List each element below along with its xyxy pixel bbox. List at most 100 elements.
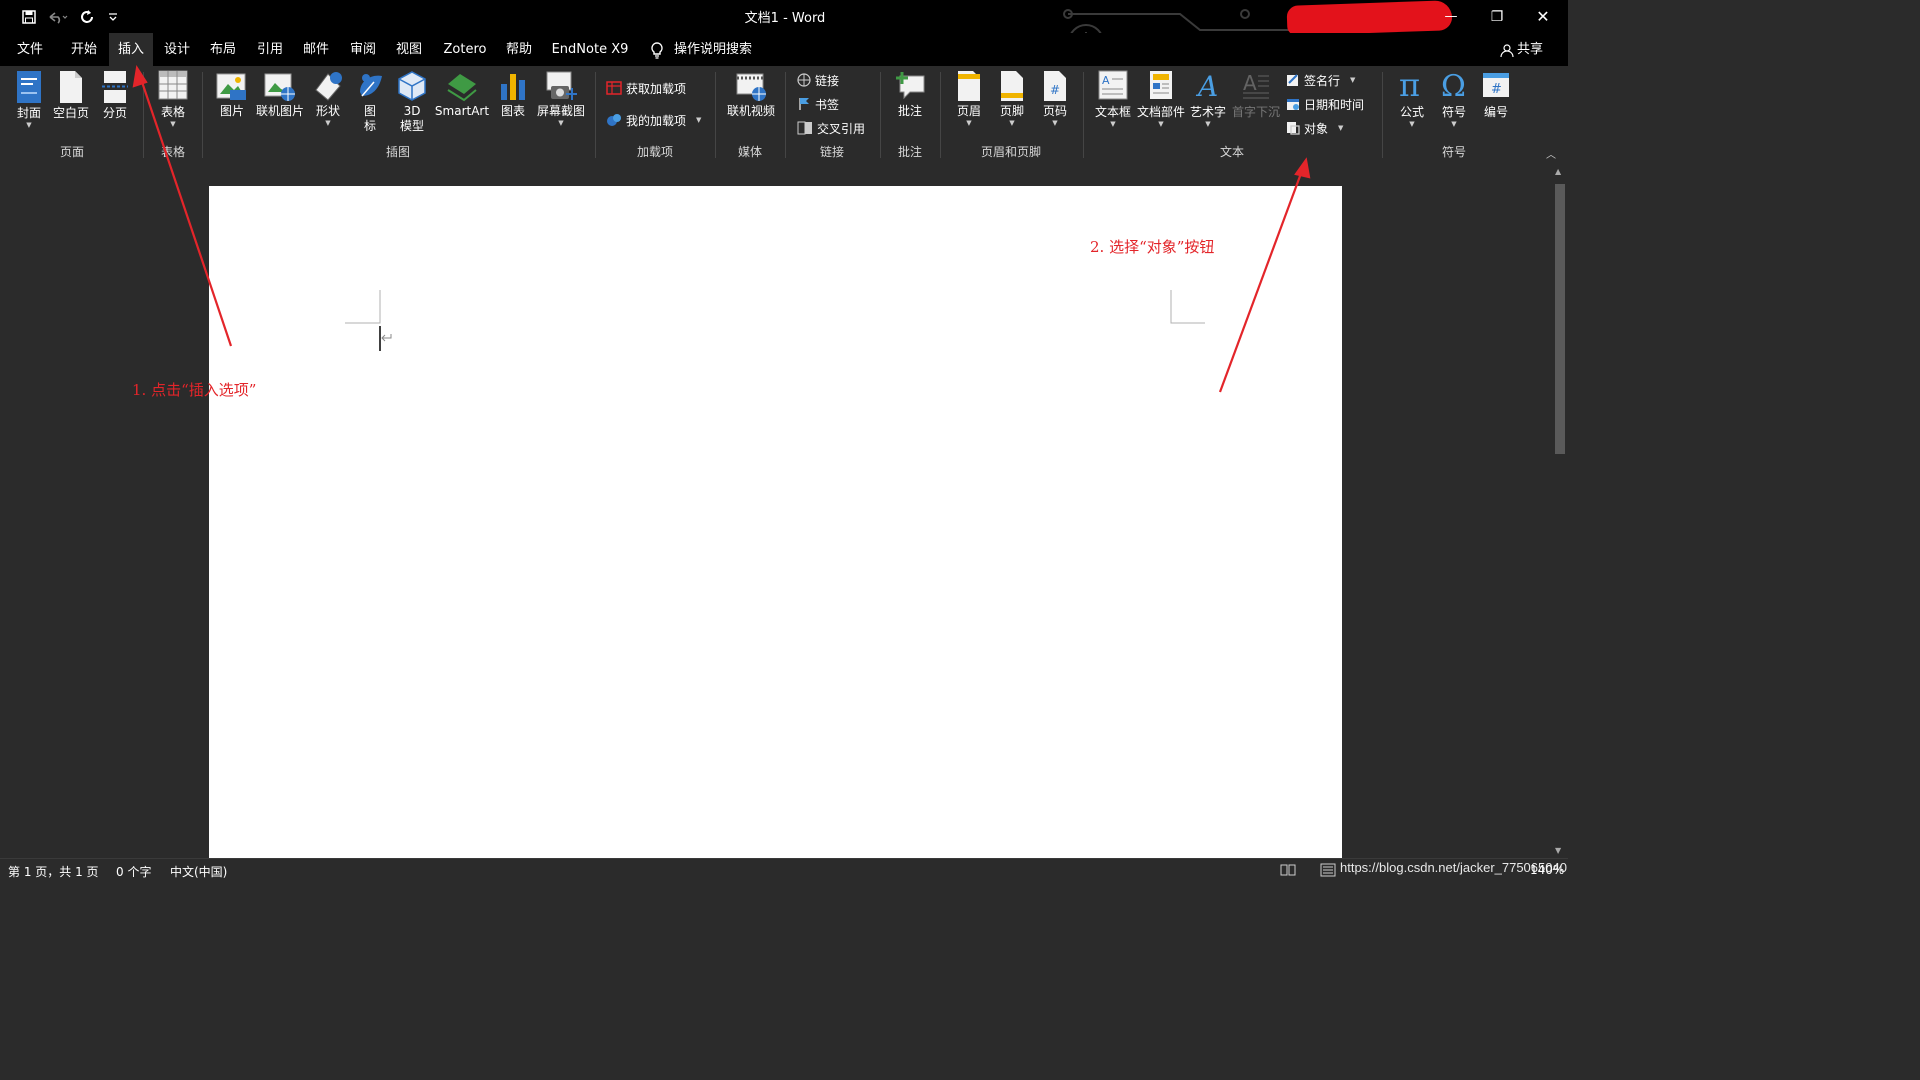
tab-zotero[interactable]: Zotero [438, 33, 492, 66]
smartart-button[interactable]: SmartArt [434, 70, 490, 119]
redo-icon[interactable] [74, 0, 100, 33]
vertical-scrollbar[interactable]: ▲ ▼ [1552, 162, 1568, 858]
online-video-button[interactable]: 联机视频 [724, 70, 778, 119]
document-page[interactable] [209, 186, 1342, 858]
chart-label: 图表 [500, 104, 525, 118]
picture-button[interactable]: 图片 [212, 70, 252, 119]
page-break-button[interactable]: 分页 [96, 70, 134, 121]
quick-parts-button[interactable]: 文档部件 ▼ [1136, 70, 1186, 128]
online-video-icon [736, 73, 766, 101]
table-button[interactable]: 表格 ▼ [152, 70, 194, 128]
tab-view[interactable]: 视图 [387, 33, 431, 66]
cross-reference-label: 交叉引用 [817, 121, 866, 136]
language-indicator[interactable]: 中文(中国) [170, 863, 227, 880]
page-break-icon [102, 71, 128, 103]
cross-reference-icon [797, 121, 812, 135]
chevron-down-icon: ▼ [170, 120, 176, 128]
ribbon-tabs: 文件 开始 插入 设计 布局 引用 邮件 审阅 视图 Zotero 帮助 End… [0, 33, 1568, 66]
tab-layout[interactable]: 布局 [201, 33, 245, 66]
signature-line-button[interactable]: 签名行 ▼ [1286, 70, 1355, 90]
symbol-label: 符号 [1441, 105, 1466, 119]
scrollbar-thumb[interactable] [1555, 184, 1565, 454]
group-label-media: 媒体 [737, 145, 762, 159]
tab-design[interactable]: 设计 [155, 33, 199, 66]
table-label: 表格 [160, 105, 185, 119]
online-picture-button[interactable]: 联机图片 [254, 70, 306, 119]
icons-gallery-icon [360, 74, 382, 97]
get-addins-button[interactable]: 获取加载项 [606, 78, 686, 98]
tab-review[interactable]: 审阅 [341, 33, 385, 66]
minimize-button[interactable]: — [1428, 0, 1474, 33]
new-comment-button[interactable]: 批注 [890, 70, 930, 119]
scroll-down-icon[interactable]: ▼ [1555, 846, 1561, 855]
tell-me-search[interactable]: 操作说明搜索 [648, 33, 758, 66]
header-button[interactable]: 页眉 ▼ [950, 70, 988, 127]
shapes-button[interactable]: 形状 ▼ [308, 70, 348, 127]
zoom-level[interactable]: 140% [1530, 863, 1564, 877]
page-count[interactable]: 第 1 页，共 1 页 [8, 863, 99, 880]
chevron-down-icon: ▼ [1338, 124, 1344, 132]
date-time-button[interactable]: 日期和时间 [1286, 94, 1364, 114]
close-button[interactable]: ✕ [1520, 0, 1566, 33]
3d-models-button[interactable]: 3D 模型 [394, 70, 430, 134]
tab-file[interactable]: 文件 [8, 33, 52, 66]
screenshot-button[interactable]: 屏幕截图 ▼ [534, 70, 588, 127]
footer-button[interactable]: 页脚 ▼ [993, 70, 1031, 127]
equation-button[interactable]: π 公式 ▼ [1392, 70, 1432, 128]
status-bar: 第 1 页，共 1 页 0 个字 中文(中国) https://blog.csd… [0, 858, 1568, 883]
wordart-label: 艺术字 [1189, 105, 1226, 119]
read-mode-icon[interactable] [1280, 863, 1296, 880]
tab-home[interactable]: 开始 [62, 33, 106, 66]
chevron-down-icon: ▼ [325, 119, 331, 127]
link-icon [797, 73, 811, 87]
share-button[interactable]: 共享 [1500, 33, 1550, 66]
link-button[interactable]: 链接 [797, 70, 839, 90]
cover-page-button[interactable]: 封面 ▼ [10, 70, 48, 129]
chevron-down-icon: ▼ [1052, 119, 1058, 127]
print-layout-icon[interactable] [1320, 863, 1336, 880]
get-addins-label: 获取加载项 [626, 81, 687, 96]
tab-help[interactable]: 帮助 [499, 33, 539, 66]
calendar-icon [1287, 99, 1299, 110]
group-separator [880, 72, 881, 158]
group-label-header-footer: 页眉和页脚 [980, 145, 1041, 159]
tab-mailings[interactable]: 邮件 [294, 33, 338, 66]
store-icon [606, 81, 622, 95]
symbol-button[interactable]: Ω 符号 ▼ [1434, 70, 1474, 128]
tab-insert[interactable]: 插入 [109, 33, 153, 66]
word-count[interactable]: 0 个字 [116, 863, 151, 880]
drop-cap-button[interactable]: A 首字下沉 [1230, 70, 1282, 120]
collapse-ribbon-icon[interactable]: ︿ [1546, 146, 1556, 161]
restore-button[interactable]: ❐ [1474, 0, 1520, 33]
cross-reference-button[interactable]: 交叉引用 [797, 118, 865, 138]
chart-button[interactable]: 图表 [494, 70, 532, 119]
save-icon[interactable] [16, 0, 42, 33]
picture-label: 图片 [219, 104, 244, 118]
customize-icon[interactable] [100, 0, 126, 33]
equation-label: 公式 [1399, 105, 1424, 119]
undo-icon[interactable] [42, 0, 74, 33]
page-break-label: 分页 [102, 106, 127, 120]
object-button[interactable]: 对象 ▼ [1286, 118, 1343, 138]
textbox-button[interactable]: A 文本框 ▼ [1092, 70, 1134, 128]
cube-icon [398, 71, 426, 101]
my-addins-button[interactable]: 我的加载项 ▼ [606, 110, 701, 130]
blank-page-button[interactable]: 空白页 [50, 70, 92, 121]
quick-parts-label: 文档部件 [1136, 105, 1185, 119]
chevron-down-icon: ▼ [558, 119, 564, 127]
scroll-up-icon[interactable]: ▲ [1555, 167, 1561, 176]
screenshot-icon [546, 71, 577, 100]
tab-references[interactable]: 引用 [248, 33, 292, 66]
wordart-button[interactable]: A 艺术字 ▼ [1188, 70, 1228, 128]
svg-text:Ω: Ω [1441, 70, 1466, 100]
bookmark-button[interactable]: 书签 [797, 94, 839, 114]
group-label-comments: 批注 [897, 145, 922, 159]
number-button[interactable]: # 编号 [1476, 70, 1516, 120]
wordart-icon: A [1195, 70, 1218, 100]
table-icon [158, 70, 188, 100]
icons-button[interactable]: 图 标 [352, 70, 388, 134]
tab-endnote[interactable]: EndNote X9 [548, 33, 632, 66]
chevron-down-icon: ▼ [1009, 119, 1015, 127]
group-label-text: 文本 [1219, 145, 1244, 159]
page-number-button[interactable]: # 页码 ▼ [1036, 70, 1074, 127]
